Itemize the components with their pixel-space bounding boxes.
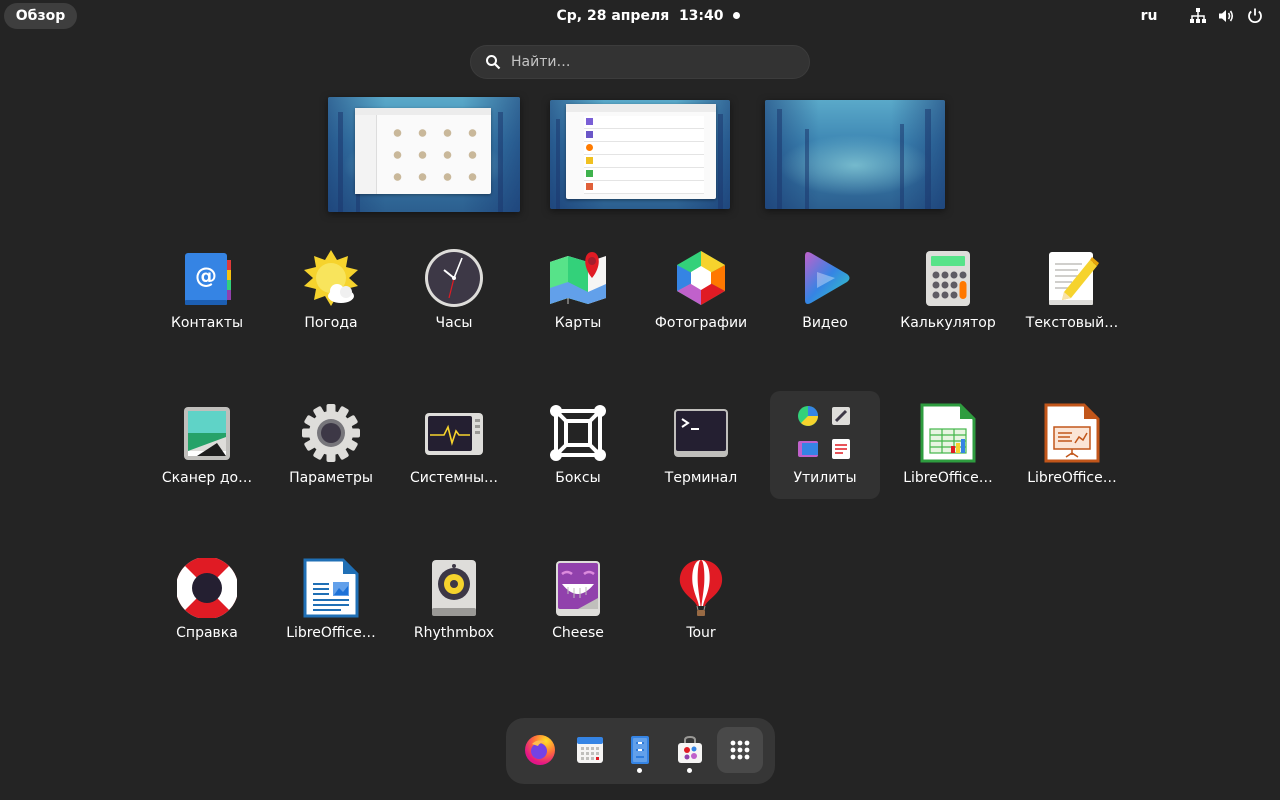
power-icon[interactable] (1246, 7, 1264, 25)
system-monitor-icon (425, 413, 483, 455)
app-label: Боксы (555, 470, 601, 486)
app-cheese[interactable]: Cheese (523, 552, 633, 660)
app-label: LibreOffice… (286, 625, 376, 641)
dock-item-firefox[interactable] (517, 727, 563, 773)
app-video[interactable]: Видео (770, 242, 880, 350)
boxes-icon (550, 405, 606, 461)
app-label: Текстовый… (1025, 315, 1119, 331)
app-label: Видео (802, 315, 848, 331)
lifebuoy-icon (177, 558, 237, 618)
app-label: Сканер до… (161, 470, 253, 486)
app-system-monitor[interactable]: Системны… (399, 397, 509, 505)
app-maps[interactable]: Карты (523, 242, 633, 350)
app-label: Tour (686, 625, 716, 641)
scanner-icon (184, 407, 230, 460)
app-calculator[interactable]: Калькулятор (893, 242, 1003, 350)
app-label: Карты (554, 315, 602, 331)
search-icon (486, 55, 501, 70)
keyboard-layout-indicator[interactable]: ru (1137, 0, 1161, 32)
app-grid-icon (730, 740, 750, 760)
clock-icon (425, 249, 483, 307)
file-manager-window-thumbnail[interactable] (355, 108, 491, 194)
app-libreoffice-writer[interactable]: LibreOffice… (276, 552, 386, 660)
app-label: Справка (176, 625, 238, 641)
workspace-thumbnail-1[interactable] (328, 97, 520, 212)
dock-item-software[interactable] (667, 727, 713, 773)
app-label: Системны… (409, 470, 499, 486)
app-clocks[interactable]: Часы (399, 242, 509, 350)
app-label: Rhythmbox (413, 625, 495, 641)
firefox-icon (525, 735, 555, 765)
software-icon (678, 735, 702, 763)
app-settings[interactable]: Параметры (276, 397, 386, 505)
text-editor-icon (1049, 252, 1099, 305)
app-label: Калькулятор (900, 315, 996, 331)
folder-utilities-icon (798, 406, 850, 459)
calendar-icon (577, 737, 603, 763)
app-scanner[interactable]: Сканер до… (152, 397, 262, 505)
photos-icon (677, 251, 725, 305)
contacts-icon: @ (185, 253, 231, 305)
network-icon[interactable] (1189, 7, 1207, 25)
speaker-icon (432, 560, 476, 616)
clock-datetime[interactable]: Ср, 28 апреля 13:40 (540, 0, 740, 32)
app-label: Cheese (552, 625, 604, 641)
libreoffice-calc-icon (920, 403, 976, 463)
running-indicator-software (687, 768, 692, 773)
app-label: Часы (435, 315, 473, 331)
app-folder-utilities[interactable]: Утилиты (770, 391, 880, 499)
app-libreoffice-impress[interactable]: LibreOffice… (1017, 397, 1127, 505)
terminal-icon (674, 409, 728, 457)
app-label: LibreOffice… (1027, 470, 1117, 486)
dock-item-files[interactable] (617, 727, 663, 773)
app-boxes[interactable]: Боксы (523, 397, 633, 505)
app-contacts[interactable]: @ Контакты (152, 242, 262, 350)
app-label: Контакты (170, 315, 244, 331)
video-icon (805, 252, 850, 304)
top-bar: Обзор Ср, 28 апреля 13:40 ru (0, 0, 1280, 32)
weather-icon (304, 250, 358, 306)
app-text-editor[interactable]: Текстовый… (1017, 242, 1127, 350)
workspace-thumbnail-3[interactable] (765, 100, 945, 209)
running-indicator-files (637, 768, 642, 773)
libreoffice-impress-icon (1044, 403, 1100, 463)
search-entry[interactable] (470, 45, 810, 79)
app-help[interactable]: Справка (152, 552, 262, 660)
datetime-text: Ср, 28 апреля 13:40 (556, 8, 724, 24)
hot-air-balloon-icon (679, 560, 723, 616)
maps-icon (550, 252, 606, 304)
workspace-thumbnail-2[interactable] (550, 100, 730, 209)
app-photos[interactable]: Фотографии (646, 242, 756, 350)
activities-button[interactable]: Обзор (4, 3, 77, 29)
gear-icon (302, 404, 360, 462)
app-label: Утилиты (793, 470, 857, 486)
search-input[interactable] (511, 46, 791, 78)
app-rhythmbox[interactable]: Rhythmbox (399, 552, 509, 660)
app-weather[interactable]: Погода (276, 242, 386, 350)
svg-text:@: @ (195, 264, 217, 289)
app-label: Терминал (664, 470, 738, 486)
files-icon (631, 736, 649, 764)
software-window-thumbnail[interactable] (566, 104, 716, 199)
cheese-icon (556, 561, 600, 616)
dock-item-show-apps[interactable] (717, 727, 763, 773)
app-libreoffice-calc[interactable]: LibreOffice… (893, 397, 1003, 505)
app-tour[interactable]: Tour (646, 552, 756, 660)
dock (506, 718, 775, 784)
notification-dot (733, 12, 740, 19)
app-terminal[interactable]: Терминал (646, 397, 756, 505)
calculator-icon (926, 251, 970, 306)
dock-item-calendar[interactable] (567, 727, 613, 773)
app-label: Параметры (289, 470, 373, 486)
app-label: LibreOffice… (903, 470, 993, 486)
app-label: Погода (304, 315, 358, 331)
volume-icon[interactable] (1217, 7, 1235, 25)
libreoffice-writer-icon (303, 558, 359, 618)
app-label: Фотографии (654, 315, 748, 331)
